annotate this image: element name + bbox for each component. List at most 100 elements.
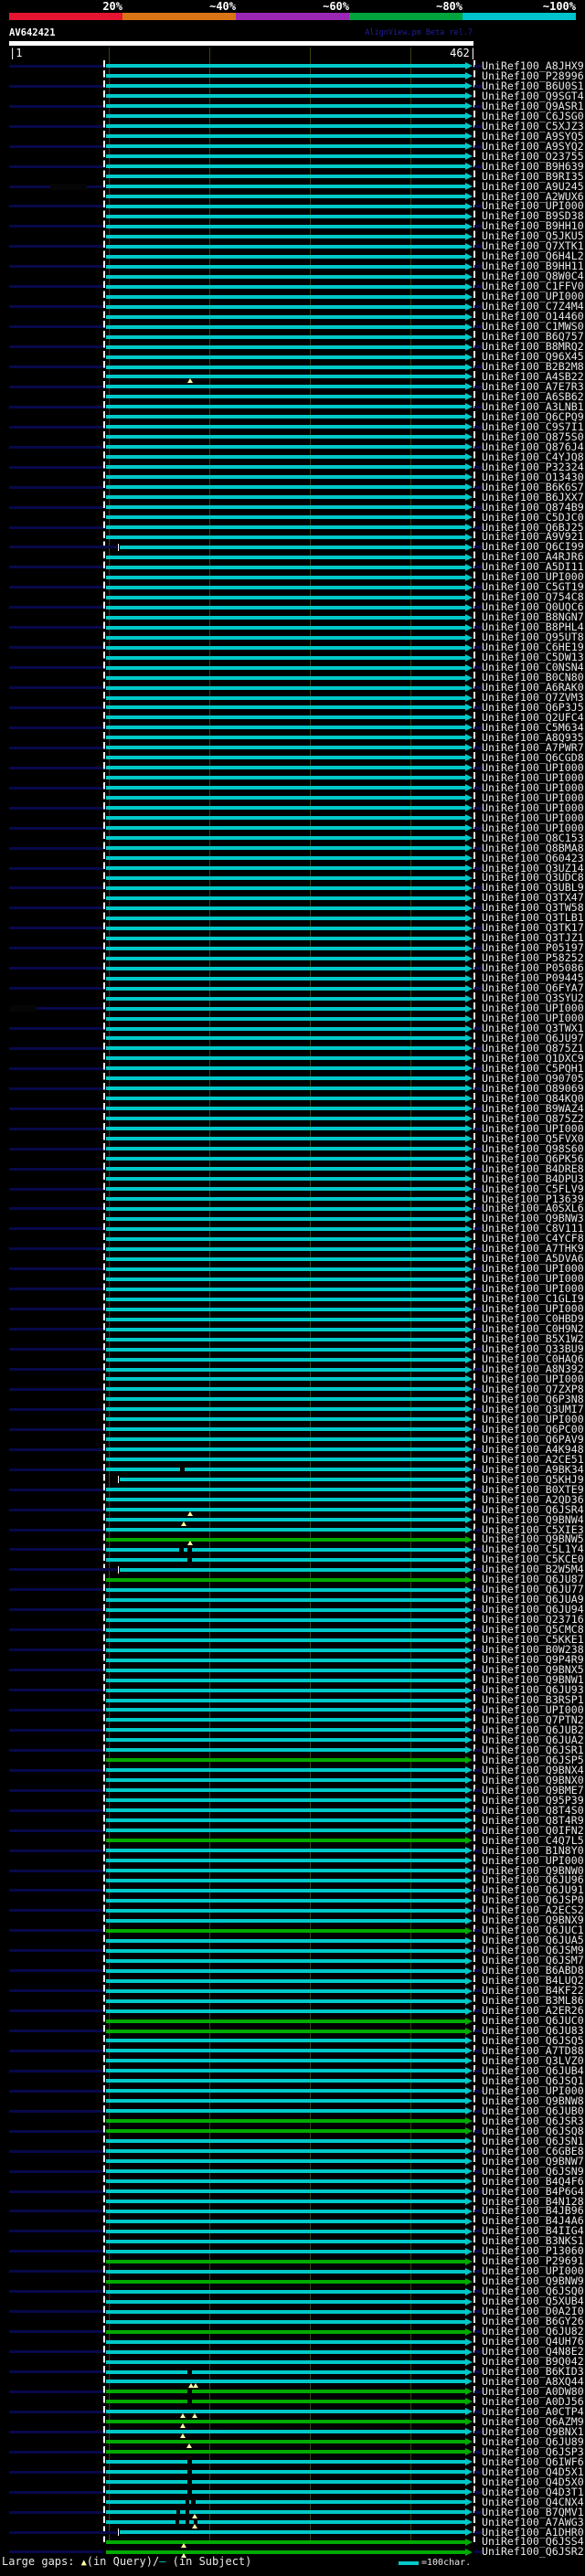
alignment-bar[interactable] <box>105 1097 465 1101</box>
alignment-bar[interactable] <box>105 345 465 349</box>
alignment-bar[interactable] <box>105 1537 465 1542</box>
alignment-bar[interactable] <box>105 2369 465 2374</box>
alignment-bar[interactable] <box>105 1708 465 1712</box>
alignment-bar[interactable] <box>105 1938 465 1943</box>
alignment-bar[interactable] <box>105 2279 465 2284</box>
alignment-bar[interactable] <box>120 545 465 549</box>
alignment-bar[interactable] <box>105 1648 465 1652</box>
alignment-bar[interactable] <box>105 1147 465 1151</box>
alignment-bar[interactable] <box>105 2139 465 2144</box>
alignment-bar[interactable] <box>105 1488 465 1492</box>
alignment-bar[interactable] <box>105 195 465 198</box>
alignment-bar[interactable] <box>105 1808 465 1813</box>
alignment-bar[interactable] <box>105 375 465 379</box>
alignment-bar[interactable] <box>105 264 465 269</box>
alignment-bar[interactable] <box>105 365 465 369</box>
alignment-bar[interactable] <box>105 1859 465 1863</box>
alignment-bar[interactable] <box>105 836 465 841</box>
alignment-bar[interactable] <box>105 1287 465 1291</box>
alignment-bar[interactable] <box>105 796 465 800</box>
alignment-bar[interactable] <box>105 1798 465 1803</box>
alignment-bar[interactable] <box>105 2159 465 2164</box>
alignment-bar[interactable] <box>105 2349 465 2354</box>
alignment-bar[interactable] <box>105 304 465 309</box>
alignment-bar[interactable] <box>105 1437 465 1442</box>
alignment-bar[interactable] <box>105 1387 465 1392</box>
alignment-bar[interactable] <box>105 1518 465 1522</box>
alignment-bar[interactable] <box>105 2299 465 2304</box>
alignment-bar[interactable] <box>105 1768 465 1773</box>
alignment-bar[interactable] <box>105 1087 465 1091</box>
alignment-bar[interactable] <box>105 555 465 559</box>
alignment-bar[interactable] <box>105 175 465 179</box>
alignment-bar[interactable] <box>105 1718 465 1723</box>
alignment-bar[interactable] <box>105 575 465 579</box>
alignment-bar[interactable] <box>105 1246 465 1251</box>
alignment-bar[interactable] <box>105 1127 465 1131</box>
alignment-bar[interactable] <box>105 1267 465 1271</box>
alignment-bar[interactable] <box>105 1056 465 1061</box>
alignment-bar[interactable] <box>105 1928 465 1933</box>
alignment-bar[interactable] <box>105 1377 465 1382</box>
alignment-bar[interactable] <box>105 1167 465 1171</box>
alignment-bar[interactable] <box>105 2239 465 2243</box>
alignment-bar[interactable] <box>105 856 465 861</box>
alignment-bar[interactable] <box>105 2259 465 2263</box>
alignment-bar[interactable] <box>105 695 465 700</box>
alignment-bar[interactable] <box>105 2200 465 2203</box>
alignment-bar[interactable] <box>105 485 465 490</box>
alignment-bar[interactable] <box>105 2309 465 2314</box>
alignment-bar[interactable] <box>105 1046 465 1051</box>
alignment-bar[interactable] <box>105 2179 465 2184</box>
alignment-bar[interactable] <box>105 1508 465 1512</box>
alignment-bar[interactable] <box>105 1367 465 1372</box>
alignment-bar[interactable] <box>105 214 465 218</box>
alignment-bar[interactable] <box>105 104 465 109</box>
alignment-bar[interactable] <box>105 1277 465 1281</box>
alignment-bar[interactable] <box>105 2269 465 2274</box>
alignment-bar[interactable] <box>105 936 465 940</box>
alignment-bar[interactable] <box>105 2079 465 2083</box>
alignment-bar[interactable] <box>105 1557 465 1562</box>
alignment-bar[interactable] <box>105 2450 465 2454</box>
alignment-bar[interactable] <box>105 1849 465 1853</box>
alignment-bar[interactable] <box>105 94 465 99</box>
alignment-bar[interactable] <box>105 2229 465 2233</box>
alignment-bar[interactable] <box>105 415 465 419</box>
alignment-bar[interactable] <box>105 2189 465 2194</box>
alignment-bar[interactable] <box>105 766 465 770</box>
alignment-bar[interactable] <box>105 525 465 530</box>
alignment-bar[interactable] <box>105 1688 465 1692</box>
alignment-bar[interactable] <box>105 1908 465 1913</box>
alignment-bar[interactable] <box>105 294 465 299</box>
alignment-bar[interactable] <box>105 1698 465 1702</box>
alignment-bar[interactable] <box>105 1006 465 1011</box>
alignment-bar[interactable] <box>105 1627 465 1632</box>
alignment-bar[interactable] <box>105 1728 465 1733</box>
alignment-bar[interactable] <box>105 1978 465 1983</box>
alignment-bar[interactable] <box>105 495 465 500</box>
alignment-bar[interactable] <box>105 405 465 409</box>
alignment-bar[interactable] <box>105 334 465 339</box>
alignment-bar[interactable] <box>105 124 465 129</box>
alignment-bar[interactable] <box>105 385 465 389</box>
alignment-bar[interactable] <box>105 1206 465 1211</box>
alignment-bar[interactable] <box>105 144 465 149</box>
alignment-bar[interactable] <box>105 1417 465 1422</box>
alignment-bar[interactable] <box>105 535 465 539</box>
alignment-bar[interactable] <box>105 2430 465 2434</box>
alignment-bar[interactable] <box>105 1307 465 1311</box>
alignment-bar[interactable] <box>105 1818 465 1823</box>
alignment-bar[interactable] <box>105 1829 465 1833</box>
alignment-bar[interactable] <box>105 134 465 139</box>
alignment-bar[interactable] <box>105 2500 465 2505</box>
alignment-bar[interactable] <box>105 1498 465 1502</box>
alignment-bar[interactable] <box>105 1236 465 1241</box>
hit-label[interactable]: UniRef100_Q6JSR2 <box>482 2547 584 2558</box>
alignment-bar[interactable] <box>105 746 465 750</box>
alignment-bar[interactable] <box>105 2319 465 2324</box>
alignment-bar[interactable] <box>105 605 465 610</box>
alignment-bar[interactable] <box>105 1347 465 1352</box>
alignment-bar[interactable] <box>105 355 465 359</box>
alignment-bar[interactable] <box>105 2400 465 2404</box>
